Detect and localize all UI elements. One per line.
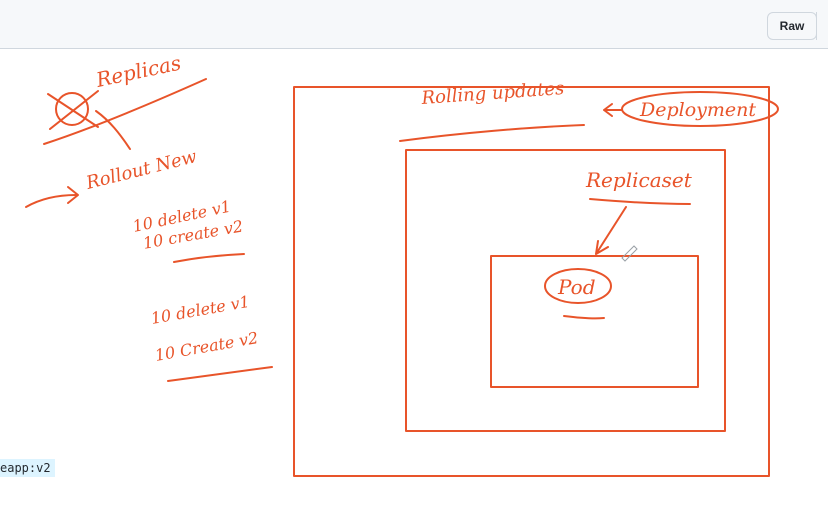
step-2-underline [173,253,245,263]
whiteboard-drawing: Replicas Rollout New 10 delete v1 10 cre… [25,51,779,477]
button-group-divider [816,12,828,40]
replicas-note: Replicas [43,51,207,150]
rolling-updates-underline [399,124,585,142]
replicaset-to-pod-arrow [595,206,627,255]
rollout-arrow-line [25,194,77,208]
code-snippet-fragment: eapp:v2 [0,459,55,477]
file-header-bar: Raw [0,0,828,49]
deployment-arrow [603,103,623,117]
step-4: 10 Create v2 [153,328,259,365]
step-3: 10 delete v1 [149,292,251,328]
replicaset-underline [589,198,691,205]
step-4-underline [167,366,273,382]
pod-underline [563,315,605,320]
rollout-new-label: Rollout New [83,146,199,194]
deployment-label: Deployment [639,99,756,121]
replicaset-label: Replicaset [585,168,693,192]
rolling-steps-list: 10 delete v1 10 create v2 10 delete v1 1… [131,197,273,382]
replicas-underline [43,78,207,145]
pen-cursor-icon [621,245,638,262]
pod-label: Pod [557,275,596,299]
rollout-note: Rollout New [25,146,200,208]
replicas-label: Replicas [93,51,183,93]
replicas-arrow [95,110,131,150]
rolling-updates-label: Rolling updates [420,78,565,109]
raw-button[interactable]: Raw [767,12,817,40]
